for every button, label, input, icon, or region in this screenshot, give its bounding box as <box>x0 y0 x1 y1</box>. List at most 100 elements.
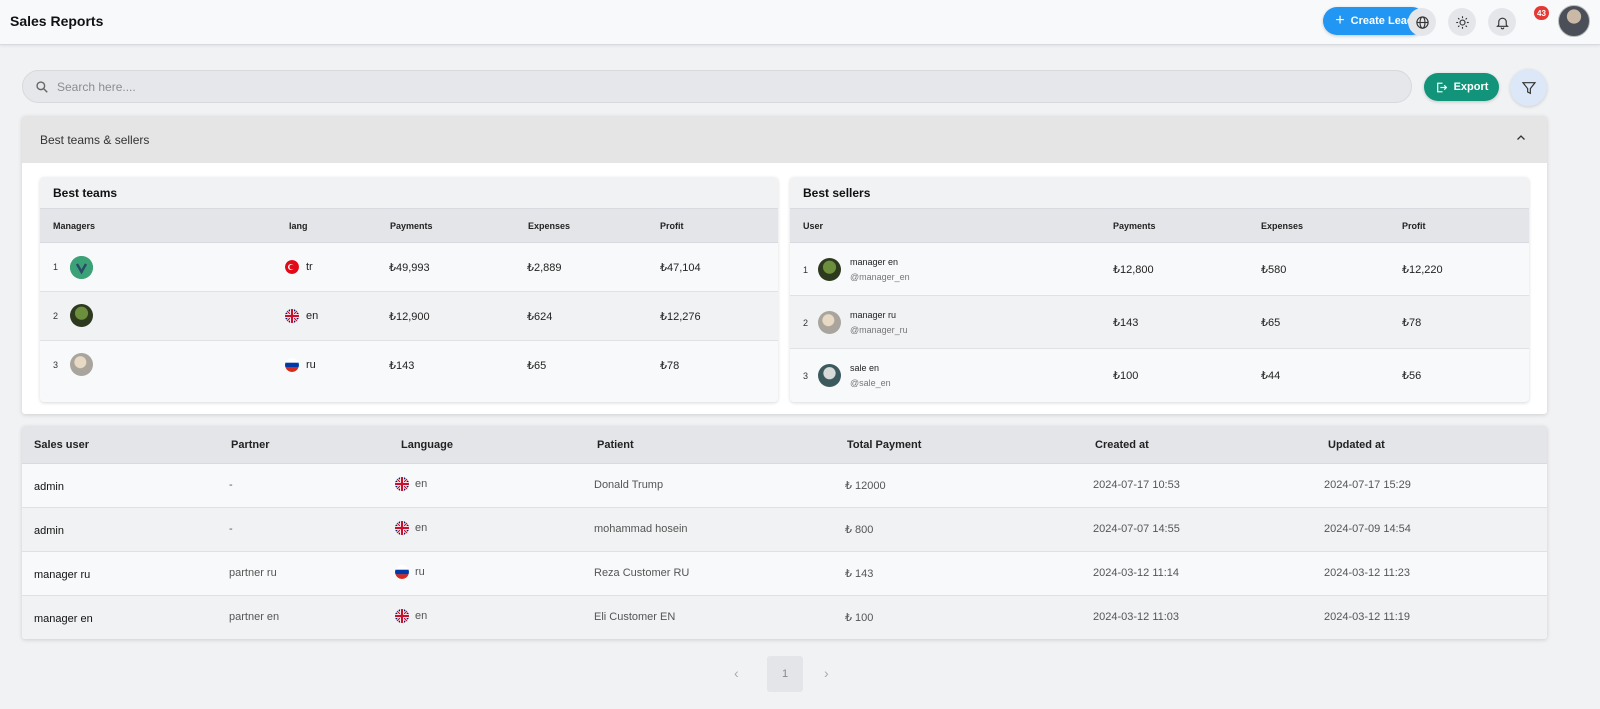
uk-flag-icon <box>395 521 409 535</box>
sales-user-cell: admin <box>34 481 64 493</box>
profit-value: ₺47,104 <box>660 262 701 274</box>
col-language: Language <box>401 439 453 451</box>
payments-value: ₺12,800 <box>1113 264 1154 276</box>
col-payments: Payments <box>1113 221 1156 231</box>
total-payment-cell: ₺ 100 <box>845 612 874 624</box>
payments-value: ₺12,900 <box>389 311 430 323</box>
col-lang: lang <box>289 221 308 231</box>
theme-toggle-button[interactable] <box>1448 8 1476 36</box>
patient-cell: mohammad hosein <box>594 523 688 535</box>
language-button[interactable] <box>1408 8 1436 36</box>
user-avatar[interactable] <box>1558 5 1590 37</box>
pagination-next-button[interactable]: › <box>824 665 829 681</box>
col-profit: Profit <box>660 221 684 231</box>
profit-value: ₺12,220 <box>1402 264 1443 276</box>
best-sellers-header: User Payments Expenses Profit <box>790 208 1529 243</box>
expenses-value: ₺65 <box>1261 317 1281 329</box>
chevron-up-icon[interactable] <box>1515 132 1527 144</box>
seller-handle: @sale_en <box>850 378 891 388</box>
sales-table-header: Sales user Partner Language Patient Tota… <box>22 426 1547 464</box>
seller-name: manager ru <box>850 310 897 320</box>
team-avatar <box>70 353 93 376</box>
expenses-value: ₺65 <box>527 360 547 372</box>
payments-value: ₺100 <box>1113 370 1139 382</box>
language-cell: en <box>415 610 428 622</box>
rank: 2 <box>53 311 59 321</box>
language-cell: en <box>415 522 428 534</box>
total-payment-cell: ₺ 800 <box>845 524 874 536</box>
table-row[interactable]: manager en partner en en Eli Customer EN… <box>22 596 1547 639</box>
table-row[interactable]: admin - en Donald Trump ₺ 12000 2024-07-… <box>22 464 1547 508</box>
best-teams-card: Best teams Managers lang Payments Expens… <box>40 177 778 402</box>
table-row: 2 en ₺12,900 ₺624 ₺12,276 <box>40 292 778 341</box>
lang-value: tr <box>306 261 313 273</box>
best-sellers-card: Best sellers User Payments Expenses Prof… <box>790 177 1529 402</box>
rank: 2 <box>803 318 809 328</box>
export-button[interactable]: Export <box>1424 73 1499 101</box>
uk-flag-icon <box>395 477 409 491</box>
profit-value: ₺78 <box>1402 317 1422 329</box>
filter-icon <box>1521 81 1536 94</box>
rank: 3 <box>803 371 809 381</box>
notification-badge: 43 <box>1534 6 1549 20</box>
col-partner: Partner <box>231 439 270 451</box>
rank: 3 <box>53 360 59 370</box>
partner-cell: - <box>229 479 233 491</box>
lang-value: en <box>306 310 319 322</box>
seller-avatar <box>818 364 841 387</box>
col-expenses: Expenses <box>1261 221 1304 231</box>
filter-button[interactable] <box>1510 69 1547 106</box>
col-updated-at: Updated at <box>1328 439 1385 451</box>
col-payments: Payments <box>390 221 433 231</box>
seller-avatar <box>818 311 841 334</box>
search-input[interactable] <box>57 79 1357 94</box>
col-total-payment: Total Payment <box>847 439 922 451</box>
created-at-cell: 2024-07-07 14:55 <box>1093 523 1180 535</box>
brightness-icon <box>1455 15 1469 29</box>
col-sales-user: Sales user <box>34 439 90 451</box>
team-avatar <box>70 256 93 279</box>
top-bar: Sales Reports + Create Lead 43 <box>0 0 1600 45</box>
language-cell: ru <box>415 566 425 578</box>
accordion-header[interactable]: Best teams & sellers <box>22 116 1547 163</box>
russia-flag-icon <box>395 565 409 579</box>
col-expenses: Expenses <box>528 221 571 231</box>
col-profit: Profit <box>1402 221 1426 231</box>
sales-user-cell: manager en <box>34 613 93 625</box>
table-row: 3 sale en @sale_en ₺100 ₺44 ₺56 <box>790 349 1529 402</box>
updated-at-cell: 2024-03-12 11:23 <box>1324 567 1411 579</box>
col-managers: Managers <box>53 221 96 231</box>
sales-table: Sales user Partner Language Patient Tota… <box>22 426 1547 639</box>
pagination-page-1[interactable]: 1 <box>767 656 803 692</box>
export-icon <box>1436 82 1447 92</box>
russia-flag-icon <box>285 358 299 372</box>
notifications-button[interactable] <box>1488 8 1516 36</box>
total-payment-cell: ₺ 12000 <box>845 480 886 492</box>
uk-flag-icon <box>395 609 409 623</box>
created-at-cell: 2024-03-12 11:14 <box>1093 567 1180 579</box>
patient-cell: Reza Customer RU <box>594 567 690 579</box>
table-row: 2 manager ru @manager_ru ₺143 ₺65 ₺78 <box>790 296 1529 349</box>
pagination-prev-button[interactable]: ‹ <box>734 665 739 681</box>
patient-cell: Eli Customer EN <box>594 611 676 623</box>
bell-icon <box>1495 17 1509 29</box>
profit-value: ₺78 <box>660 360 680 372</box>
table-row[interactable]: admin - en mohammad hosein ₺ 800 2024-07… <box>22 508 1547 552</box>
payments-value: ₺49,993 <box>389 262 430 274</box>
seller-handle: @manager_en <box>850 272 910 282</box>
patient-cell: Donald Trump <box>594 479 664 491</box>
payments-value: ₺143 <box>1113 317 1139 329</box>
created-at-cell: 2024-03-12 11:03 <box>1093 611 1180 623</box>
expenses-value: ₺44 <box>1261 370 1281 382</box>
expenses-value: ₺2,889 <box>527 262 562 274</box>
export-label: Export <box>1453 81 1489 93</box>
language-cell: en <box>415 478 428 490</box>
team-avatar <box>70 304 93 327</box>
expenses-value: ₺624 <box>527 311 553 323</box>
search-bar[interactable] <box>22 70 1412 103</box>
seller-handle: @manager_ru <box>850 325 908 335</box>
seller-name: sale en <box>850 363 880 373</box>
partner-cell: partner ru <box>229 567 277 579</box>
table-row[interactable]: manager ru partner ru ru Reza Customer R… <box>22 552 1547 596</box>
col-patient: Patient <box>597 439 634 451</box>
